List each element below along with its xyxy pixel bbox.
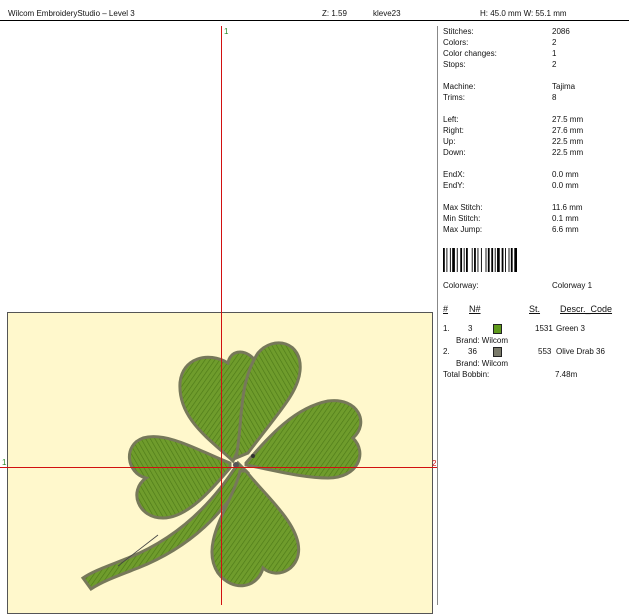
row2-color-swatch bbox=[493, 347, 502, 357]
value-min-stitch: 0.1 mm bbox=[552, 214, 579, 223]
label-trims: Trims: bbox=[443, 93, 465, 102]
label-stops: Stops: bbox=[443, 60, 466, 69]
shamrock-design bbox=[80, 341, 363, 592]
col-header-description: Descr._Code bbox=[560, 304, 613, 314]
row1-brand: Brand: Wilcom bbox=[456, 336, 509, 345]
label-colorway: Colorway: bbox=[443, 281, 479, 290]
label-min-stitch: Min Stitch: bbox=[443, 214, 481, 223]
row2-stitches: 553 bbox=[538, 347, 552, 356]
value-colors: 2 bbox=[552, 38, 557, 47]
label-right: Right: bbox=[443, 126, 464, 135]
value-endx: 0.0 mm bbox=[552, 170, 579, 179]
value-colorway: Colorway 1 bbox=[552, 281, 593, 290]
label-total-bobbin: Total Bobbin: bbox=[443, 370, 490, 379]
value-down: 22.5 mm bbox=[552, 148, 584, 157]
design-name: kleve23 bbox=[373, 9, 401, 18]
row1-description: Green 3 bbox=[556, 324, 585, 333]
label-up: Up: bbox=[443, 137, 456, 146]
value-max-stitch: 11.6 mm bbox=[552, 203, 583, 212]
value-machine: Tajima bbox=[552, 82, 576, 91]
design-canvas[interactable]: 1 1 2 bbox=[0, 26, 438, 614]
value-color-changes: 1 bbox=[552, 49, 557, 58]
value-total-bobbin: 7.48m bbox=[555, 370, 578, 379]
row2-number: 2. bbox=[443, 347, 450, 356]
label-max-stitch: Max Stitch: bbox=[443, 203, 483, 212]
label-left: Left: bbox=[443, 115, 459, 124]
design-info-panel: Stitches: 2086 Colors: 2 Color changes: … bbox=[440, 26, 629, 605]
center-guide-vertical bbox=[221, 26, 222, 605]
zoom-level: Z: 1.59 bbox=[322, 9, 347, 18]
value-stitches: 2086 bbox=[552, 27, 570, 36]
row2-brand: Brand: Wilcom bbox=[456, 359, 509, 368]
app-title: Wilcom EmbroideryStudio – Level 3 bbox=[8, 9, 135, 18]
value-max-jump: 6.6 mm bbox=[552, 225, 579, 234]
value-endy: 0.0 mm bbox=[552, 181, 579, 190]
value-up: 22.5 mm bbox=[552, 137, 584, 146]
label-endx: EndX: bbox=[443, 170, 465, 179]
label-max-jump: Max Jump: bbox=[443, 225, 483, 234]
barcode bbox=[443, 248, 517, 272]
value-stops: 2 bbox=[552, 60, 557, 69]
col-header-stitches: St. bbox=[529, 304, 541, 314]
center-guide-horizontal bbox=[0, 467, 438, 468]
row1-number: 1. bbox=[443, 324, 450, 333]
row1-needle: 3 bbox=[468, 324, 473, 333]
label-endy: EndY: bbox=[443, 181, 465, 190]
label-color-changes: Color changes: bbox=[443, 49, 497, 58]
row2-description: Olive Drab 36 bbox=[556, 347, 605, 356]
label-down: Down: bbox=[443, 148, 466, 157]
guide-marker-left: 1 bbox=[2, 458, 7, 467]
guide-marker-top: 1 bbox=[224, 27, 229, 36]
hoop-area bbox=[7, 312, 433, 614]
value-right: 27.6 mm bbox=[552, 126, 584, 135]
value-left: 27.5 mm bbox=[552, 115, 584, 124]
row1-stitches: 1531 bbox=[535, 324, 553, 333]
title-bar: Wilcom EmbroideryStudio – Level 3 Z: 1.5… bbox=[0, 0, 629, 21]
row1-color-swatch bbox=[493, 324, 502, 334]
label-stitches: Stitches: bbox=[443, 27, 474, 36]
guide-marker-right: 2 bbox=[432, 459, 437, 468]
col-header-number: # bbox=[443, 304, 449, 314]
canvas-divider bbox=[437, 26, 438, 605]
label-machine: Machine: bbox=[443, 82, 476, 91]
row2-needle: 36 bbox=[468, 347, 477, 356]
label-colors: Colors: bbox=[443, 38, 469, 47]
value-trims: 8 bbox=[552, 93, 557, 102]
col-header-needle: N# bbox=[469, 304, 481, 314]
design-size: H: 45.0 mm W: 55.1 mm bbox=[480, 9, 567, 18]
